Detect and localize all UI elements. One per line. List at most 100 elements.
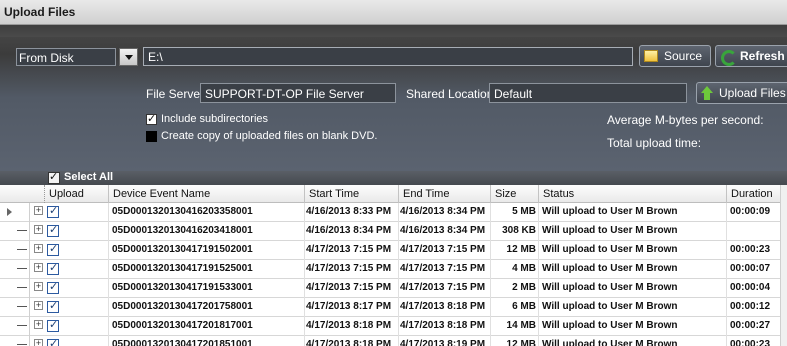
avg-mbytes-label: Average M-bytes per second: [607, 113, 764, 127]
row-header[interactable] [0, 260, 30, 279]
row-marker [17, 230, 27, 231]
start-time-cell: 4/16/2013 8:33 PM [306, 206, 392, 217]
table-row[interactable]: +05D0001320130416203358001 4/16/2013 8:33… [0, 203, 787, 222]
column-end-time[interactable]: End Time [398, 185, 490, 203]
row-header[interactable] [0, 222, 30, 241]
table-row[interactable]: +05D0001320130417201817001 4/17/2013 8:18… [0, 317, 787, 336]
row-header[interactable] [0, 203, 30, 222]
shared-location-label: Shared Location [406, 87, 494, 101]
include-subdirectories-checkbox[interactable] [146, 112, 157, 125]
table-row[interactable]: +05D0001320130416203418001 4/16/2013 8:34… [0, 222, 787, 241]
column-divider [108, 222, 109, 241]
file-server-field[interactable]: SUPPORT-DT-OP File Server [200, 83, 396, 103]
vertical-scrollbar[interactable] [780, 185, 787, 346]
expand-icon[interactable]: + [34, 206, 43, 215]
shared-location-field[interactable]: Default [489, 83, 687, 103]
column-divider [304, 298, 305, 317]
upload-files-button[interactable]: Upload Files [696, 82, 787, 104]
upload-controls-panel: From Disk E:\ Source Refresh File Server… [0, 25, 787, 171]
device-event-name-cell: 05D0001320130417201817001 [112, 320, 253, 331]
column-divider [538, 279, 539, 298]
column-divider [490, 222, 491, 241]
column-divider [490, 260, 491, 279]
expand-icon[interactable]: + [34, 339, 43, 346]
column-divider [304, 317, 305, 336]
size-cell: 12 MB [506, 339, 536, 346]
column-upload[interactable]: Upload [44, 185, 108, 203]
column-divider [304, 241, 305, 260]
column-status[interactable]: Status [538, 185, 726, 203]
expand-icon[interactable]: + [34, 320, 43, 329]
upload-checkbox[interactable] [47, 242, 59, 256]
column-divider [108, 241, 109, 260]
column-device-event-name[interactable]: Device Event Name [108, 185, 304, 203]
copy-dvd-label: Create copy of uploaded files on blank D… [161, 130, 378, 142]
end-time-cell: 4/16/2013 8:34 PM [400, 206, 486, 217]
column-divider [398, 241, 399, 260]
expand-icon[interactable]: + [34, 225, 43, 234]
duration-cell: 00:00:23 [730, 244, 771, 255]
column-divider [538, 298, 539, 317]
select-all-checkbox[interactable] [48, 170, 60, 184]
column-divider [726, 203, 727, 222]
expand-icon[interactable]: + [34, 301, 43, 310]
device-event-name-cell: 05D0001320130417191533001 [112, 282, 253, 293]
duration-cell: 00:00:27 [730, 320, 771, 331]
upload-checkbox[interactable] [47, 337, 59, 346]
column-divider [726, 260, 727, 279]
path-input[interactable]: E:\ [143, 47, 633, 66]
column-size[interactable]: Size [490, 185, 538, 203]
refresh-button-label: Refresh [740, 49, 785, 63]
source-type-select[interactable]: From Disk [16, 48, 116, 66]
column-divider [726, 298, 727, 317]
column-divider [726, 336, 727, 346]
row-header[interactable] [0, 279, 30, 298]
upload-files-label: Upload Files [719, 86, 786, 100]
row-header[interactable] [0, 241, 30, 260]
select-all-label: Select All [64, 171, 114, 183]
upload-checkbox[interactable] [47, 318, 59, 332]
table-row[interactable]: +05D0001320130417191533001 4/17/2013 7:15… [0, 279, 787, 298]
column-divider [726, 317, 727, 336]
refresh-button[interactable]: Refresh [715, 45, 787, 67]
expand-icon[interactable]: + [34, 244, 43, 253]
table-row[interactable]: +05D0001320130417201851001 4/17/2013 8:18… [0, 336, 787, 346]
row-header[interactable] [0, 336, 30, 346]
column-divider [490, 317, 491, 336]
table-row[interactable]: +05D0001320130417191502001 4/17/2013 7:15… [0, 241, 787, 260]
column-divider [398, 298, 399, 317]
source-button-label: Source [664, 49, 703, 63]
column-duration[interactable]: Duration [726, 185, 780, 203]
start-time-cell: 4/17/2013 8:17 PM [306, 301, 392, 312]
row-header[interactable] [0, 317, 30, 336]
source-button[interactable]: Source [639, 45, 711, 67]
column-divider [304, 203, 305, 222]
row-header[interactable] [0, 298, 30, 317]
upload-checkbox[interactable] [47, 204, 59, 218]
column-divider [490, 336, 491, 346]
upload-checkbox[interactable] [47, 261, 59, 275]
column-divider [398, 222, 399, 241]
start-time-cell: 4/17/2013 7:15 PM [306, 263, 392, 274]
status-cell: Will upload to User M Brown [542, 301, 678, 312]
column-divider [108, 260, 109, 279]
column-divider [108, 298, 109, 317]
column-divider [726, 222, 727, 241]
table-row[interactable]: +05D0001320130417191525001 4/17/2013 7:15… [0, 260, 787, 279]
table-row[interactable]: +05D0001320130417201758001 4/17/2013 8:17… [0, 298, 787, 317]
upload-checkbox[interactable] [47, 280, 59, 294]
expand-icon[interactable]: + [34, 263, 43, 272]
device-event-name-cell: 05D0001320130417191525001 [112, 263, 253, 274]
chevron-down-icon[interactable] [119, 48, 138, 66]
column-divider [490, 298, 491, 317]
column-start-time[interactable]: Start Time [304, 185, 398, 203]
copy-dvd-checkbox[interactable] [146, 131, 157, 142]
upload-checkbox[interactable] [47, 299, 59, 313]
current-row-pointer-icon [7, 208, 12, 216]
expand-icon[interactable]: + [34, 282, 43, 291]
column-divider [304, 260, 305, 279]
column-divider [398, 336, 399, 346]
row-marker [17, 344, 27, 345]
column-divider [108, 279, 109, 298]
upload-checkbox[interactable] [47, 223, 59, 237]
